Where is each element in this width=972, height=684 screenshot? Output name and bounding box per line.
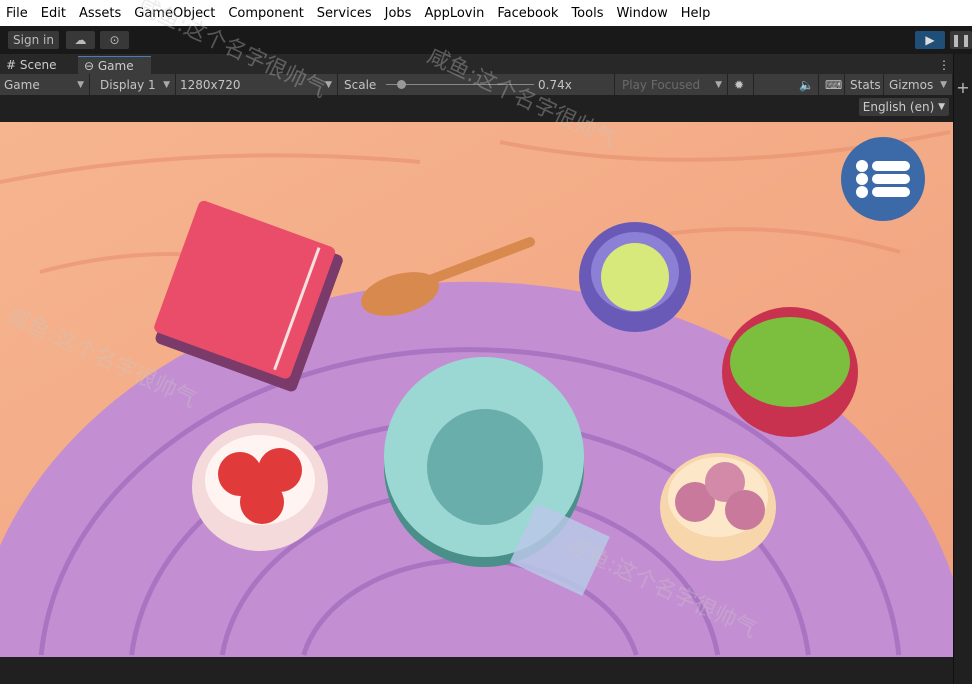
cloud-button[interactable]: ☁ (66, 31, 95, 49)
tomato-bowl (192, 423, 328, 551)
tab-scene[interactable]: # Scene (0, 56, 62, 74)
menu-assets[interactable]: Assets (79, 6, 121, 21)
cloud-icon: ☁ (74, 33, 87, 47)
speaker-icon: 🔈 (799, 77, 814, 92)
resolution-dropdown[interactable]: 1280x720 ▼ (176, 74, 338, 95)
menu-file[interactable]: File (6, 6, 28, 21)
play-icon: ▶ (925, 33, 935, 47)
play-button[interactable]: ▶ (915, 31, 945, 49)
display-dropdown[interactable]: Display 1 ▼ (96, 74, 176, 95)
language-value: English (en) (862, 100, 935, 114)
menu-facebook[interactable]: Facebook (497, 6, 558, 21)
game-view[interactable] (0, 122, 953, 657)
menu-button[interactable] (841, 137, 925, 221)
sign-in-button[interactable]: Sign in (8, 31, 59, 49)
view-tabs: # Scene ⊖ Game ⋮ (0, 54, 953, 74)
shortcuts-button[interactable]: ⌨ (821, 74, 845, 95)
chevron-down-icon: ▼ (940, 79, 947, 90)
menu-bar: File Edit Assets GameObject Component Se… (0, 0, 972, 26)
side-panel: + (953, 54, 972, 684)
pause-icon: ❚❚ (950, 33, 972, 47)
main-toolbar: Sign in ☁ ⊙ ▶ ❚❚ (0, 26, 972, 54)
hash-icon: # (6, 58, 20, 72)
menu-edit[interactable]: Edit (41, 6, 66, 21)
scale-track (386, 84, 534, 85)
scale-label: Scale (344, 77, 377, 92)
tab-game[interactable]: ⊖ Game (78, 56, 151, 74)
gamepad-icon: ⊖ (84, 58, 98, 73)
menu-services[interactable]: Services (317, 6, 372, 21)
mute-audio-button[interactable]: 🔈 (795, 74, 819, 95)
gizmos-dropdown[interactable]: Gizmos ▼ (885, 74, 953, 95)
chevron-down-icon: ▼ (715, 79, 722, 90)
language-dropdown[interactable]: English (en) ▼ (858, 98, 949, 116)
settings-icon: ⊙ (109, 33, 120, 47)
menu-window[interactable]: Window (616, 6, 667, 21)
view-dropdown[interactable]: Game ▼ (0, 74, 90, 95)
chevron-down-icon: ▼ (163, 79, 170, 90)
scale-handle[interactable] (396, 80, 406, 89)
game-toolbar: Game ▼ Display 1 ▼ 1280x720 ▼ Scale 0.74x P… (0, 74, 953, 95)
menu-applovin[interactable]: AppLovin (424, 6, 484, 21)
game-header: English (en) ▼ (0, 95, 953, 122)
bug-icon: ✹ (734, 77, 745, 92)
play-mode-value: Play Focused (622, 77, 701, 92)
tab-scene-label: Scene (19, 58, 57, 72)
add-icon[interactable]: + (954, 78, 972, 97)
chevron-down-icon: ▼ (938, 102, 945, 112)
menu-gameobject[interactable]: GameObject (134, 6, 215, 21)
tab-game-label: Game (97, 58, 134, 73)
debug-button[interactable]: ✹ (730, 74, 754, 95)
display-value: Display 1 (100, 77, 156, 92)
bottom-bar (0, 657, 953, 684)
resolution-value: 1280x720 (180, 77, 241, 92)
keyboard-icon: ⌨ (825, 77, 843, 92)
stats-button[interactable]: Stats (846, 74, 884, 95)
menu-help[interactable]: Help (681, 6, 711, 21)
collab-button[interactable]: ⊙ (100, 31, 129, 49)
lettuce-bowl (722, 307, 858, 437)
game-scene (0, 122, 953, 657)
menu-tools[interactable]: Tools (571, 6, 603, 21)
menu-component[interactable]: Component (228, 6, 303, 21)
menu-jobs[interactable]: Jobs (385, 6, 412, 21)
pause-button[interactable]: ❚❚ (950, 31, 972, 49)
scale-value: 0.74x (538, 77, 572, 92)
onion-bowl (660, 453, 776, 561)
chevron-down-icon: ▼ (77, 79, 84, 90)
cucumber-bowl (579, 222, 691, 332)
list-icon (856, 160, 910, 198)
scale-slider[interactable]: Scale 0.74x (340, 74, 615, 95)
play-mode-dropdown[interactable]: Play Focused ▼ (618, 74, 728, 95)
gizmos-label: Gizmos (889, 77, 934, 92)
chevron-down-icon: ▼ (325, 79, 332, 90)
view-value: Game (4, 77, 40, 92)
